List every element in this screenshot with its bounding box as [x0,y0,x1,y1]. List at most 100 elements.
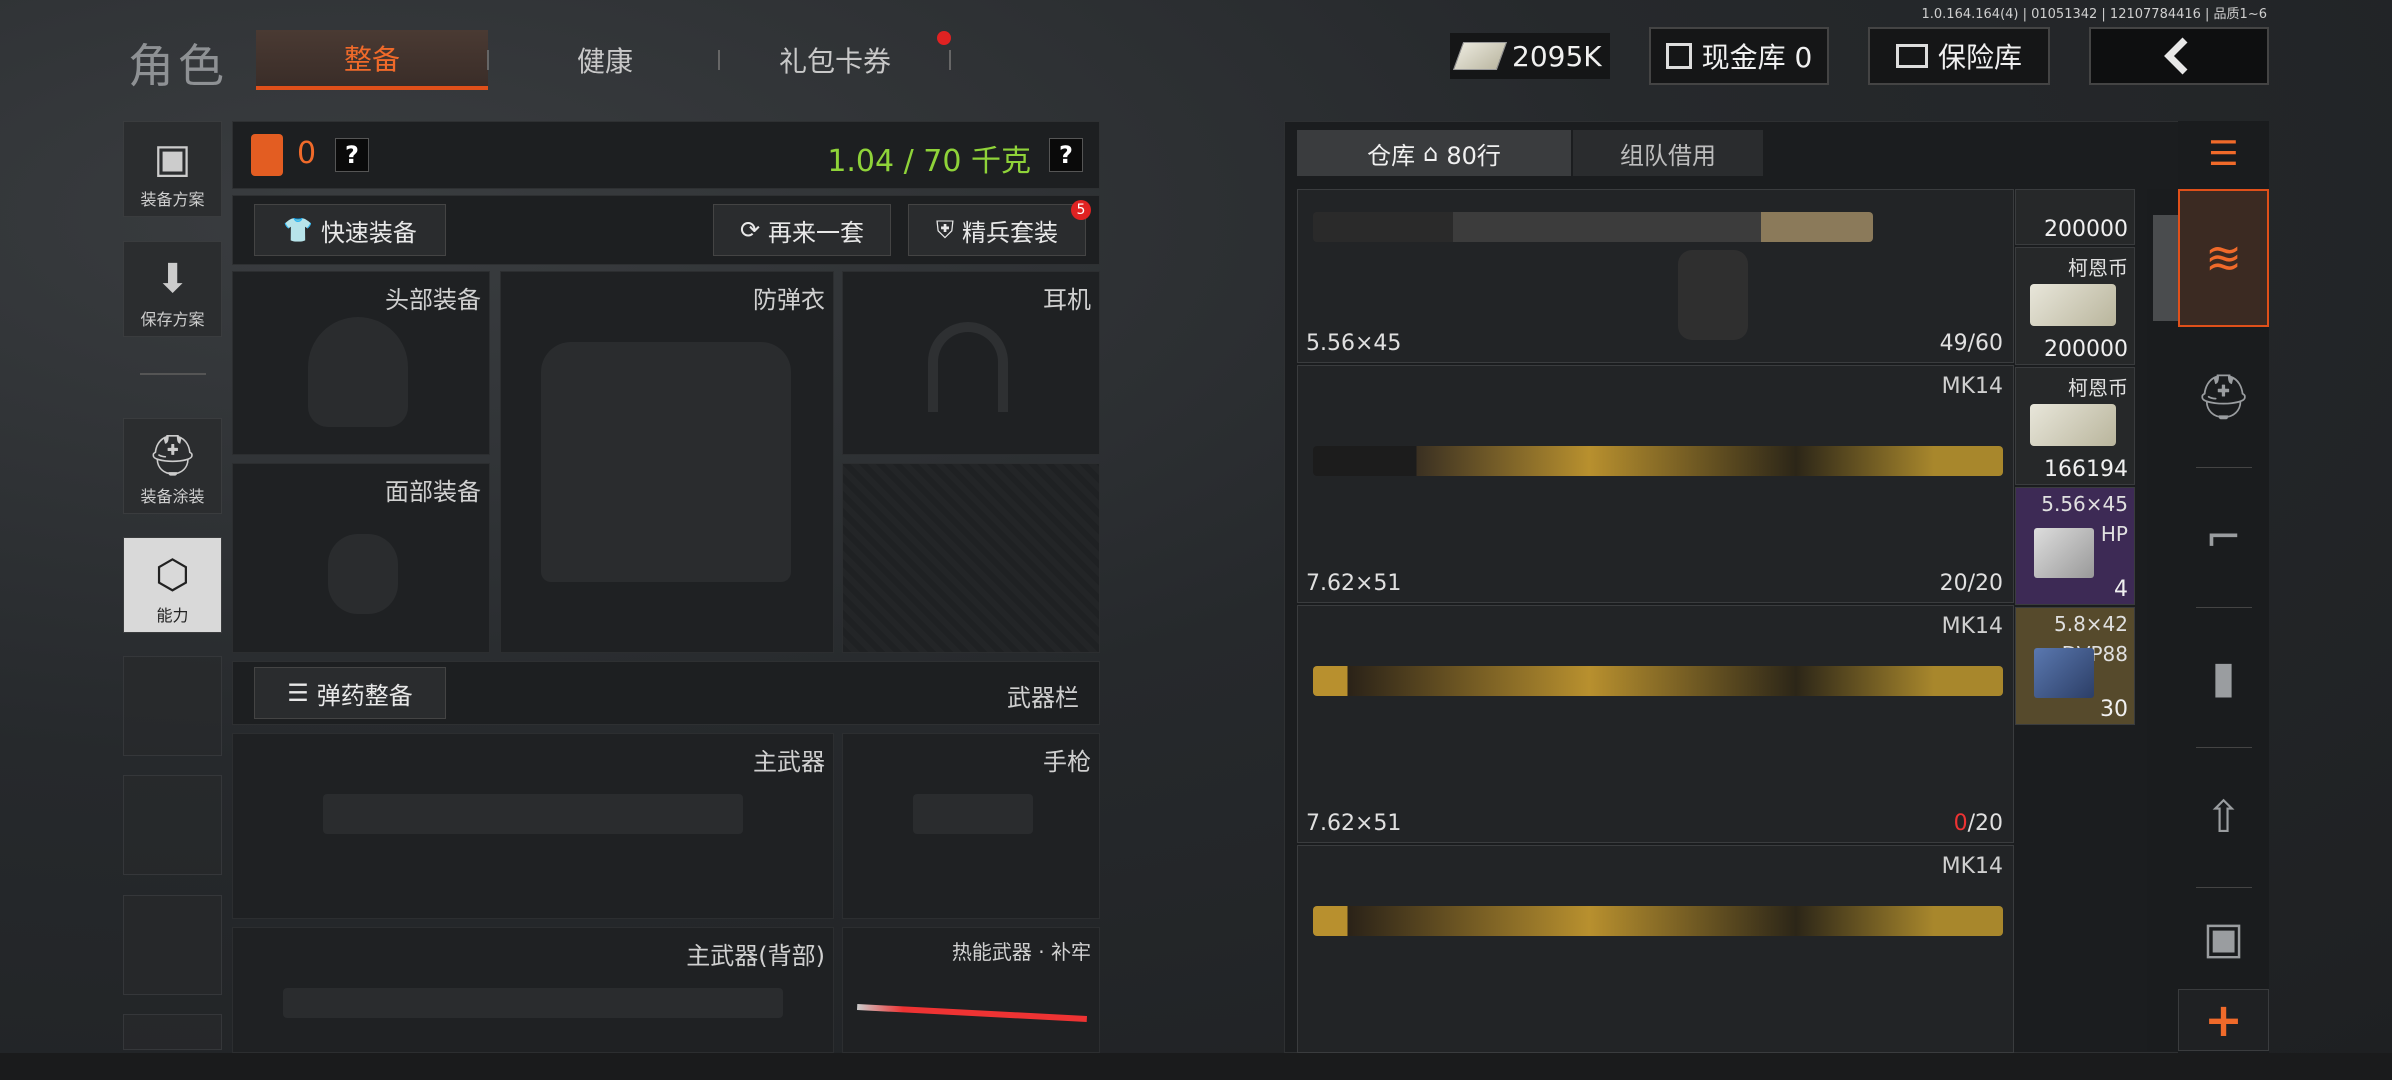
nav-empty-slot [123,656,222,756]
category-ammo[interactable]: ⇧ [2178,748,2269,886]
nav-empty-slot [123,775,222,875]
quick-equip-button[interactable]: 👕 快速装备 [254,204,446,256]
weapon-item[interactable]: MK14 [1297,845,2014,1053]
sort-icon[interactable]: ☰ [2178,121,2269,187]
cash-icon [1452,42,1508,70]
cash-icon [2030,284,2116,326]
ammo-equip-label: 弹药整备 [316,681,413,710]
headset-icon [928,322,1008,412]
scrollbar-thumb[interactable] [2153,215,2179,321]
help-icon[interactable]: ? [335,138,369,172]
ammo-box-icon [2034,528,2094,578]
back-weapon-slot[interactable]: 主武器(背部) [232,927,834,1053]
shirt-icon: 👕 [283,216,313,244]
primary-weapon-slot[interactable]: 主武器 [232,733,834,919]
caliber-label: 7.62×51 [1306,811,1402,836]
magazine-icon: ▮ [2211,651,2236,703]
cash-vault-button[interactable]: 现金库 0 [1649,27,1829,85]
category-armor[interactable]: ▣ [2178,888,2269,988]
helmet-icon: ⛑ [147,433,198,479]
currency-value: 2095K [1512,39,1602,73]
nav-equipment-skin[interactable]: ⛑ 装备涂装 [123,418,222,514]
elite-kit-label: 精兵套装 [962,218,1058,247]
item-title: 柯恩币 [2068,376,2128,400]
insurance-vault-button[interactable]: 保险库 [1868,27,2050,85]
vest-icon: ▣ [153,136,192,182]
currency-item[interactable]: 柯恩币 166194 [2015,367,2135,485]
earphone-slot-label: 耳机 [1043,286,1091,314]
rifle-icon: ⌐ [2205,511,2242,563]
weapon-name: MK14 [1941,614,2003,639]
back-button[interactable] [2089,27,2269,85]
ammo-icon: ⇧ [2205,791,2242,843]
weapon-bar-label: 武器栏 [1007,684,1079,712]
rifle-icon [283,988,783,1018]
item-title: 5.8×42 [2053,612,2128,636]
pistol-slot[interactable]: 手枪 [842,733,1100,919]
machine-gun-icon [1313,212,1873,242]
thermal-weapon-label: 热能武器 · 补牢 [951,940,1091,964]
add-category-button[interactable]: + [2178,989,2269,1051]
weapon-item[interactable]: 5.56×45 49/60 [1297,189,2014,363]
insurance-vault-label: 保险库 [1937,41,2022,74]
elite-count-badge: 5 [1071,200,1091,220]
currency-item[interactable]: 200000 [2015,189,2135,245]
marksman-rifle-icon [1313,906,2003,936]
armor-slot-label: 防弹衣 [753,286,825,314]
tab-health[interactable]: 健康 [490,30,720,90]
warehouse-tab-label: 仓库 [1367,141,1416,170]
caliber-label: 5.56×45 [1306,331,1402,356]
thermal-weapon-slot[interactable]: 热能武器 · 补牢 [842,927,1100,1053]
version-info: 1.0.164.164(4) | 01051342 | 12107784416 … [1921,7,2268,22]
another-set-label: 再来一套 [768,218,865,247]
cash-icon [2030,404,2116,446]
item-value: 166194 [2044,457,2128,482]
nav-divider [140,373,206,375]
warehouse-scrollbar[interactable] [2147,189,2181,1051]
ammo-item[interactable]: 5.56×45 HP 4 [2015,487,2135,605]
tab-warehouse[interactable]: 仓库 ⌂ 80行 [1297,130,1571,176]
face-slot[interactable]: 面部装备 [232,463,490,653]
help-icon[interactable]: ? [1049,138,1083,172]
category-helmet[interactable]: ⛑ [2178,328,2269,466]
category-rifle[interactable]: ⌐ [2178,468,2269,606]
page-title: 角色 [128,39,228,93]
head-slot-label: 头部装备 [385,286,481,314]
weapon-name: MK14 [1941,854,2003,879]
back-weapon-label: 主武器(背部) [686,942,825,970]
nav-empty-slot [123,1014,222,1050]
marksman-rifle-icon [1313,446,2003,476]
item-value: 4 [2114,577,2128,602]
elite-kit-button[interactable]: ⛨ 精兵套装 [908,204,1086,256]
head-slot[interactable]: 头部装备 [232,271,490,455]
empty-gear-slot [842,463,1100,653]
nav-loadout-plans[interactable]: ▣ 装备方案 [123,121,222,217]
earphone-slot[interactable]: 耳机 [842,271,1100,455]
armor-slot[interactable]: 防弹衣 [500,271,834,653]
loadout-header: 0 ? 1.04 / 70 千克 ? [232,121,1100,189]
currency-item[interactable]: 柯恩币 200000 [2015,247,2135,365]
ammo-count: 49/60 [1939,331,2003,356]
nav-ability[interactable]: ⬡ 能力 [123,537,222,633]
nav-label: 能力 [156,606,189,625]
item-subtitle: HP [2100,522,2128,546]
category-magazine[interactable]: ▮ [2178,608,2269,746]
nav-label: 装备涂装 [140,487,205,506]
nav-save-plan[interactable]: ⬇ 保存方案 [123,241,222,337]
helmet-icon: ⛑ [2195,372,2252,423]
category-all[interactable]: ≋ [2178,189,2269,327]
another-set-button[interactable]: ⟳ 再来一套 [713,204,891,256]
ammo-count: 20/20 [1939,571,2003,596]
ammo-item[interactable]: 5.8×42 DVP88 30 [2015,607,2135,725]
tab-gift-coupons[interactable]: 礼包卡券 [720,30,950,90]
drum-magazine-icon [1678,250,1748,340]
helmet-icon [308,317,408,427]
ammo-equip-button[interactable]: ☰ 弹药整备 [254,667,446,719]
katana-icon [857,1003,1087,1023]
ammo-list-icon: ☰ [287,679,309,707]
weapon-item[interactable]: MK14 7.62×51 0/20 [1297,605,2014,843]
tab-equip[interactable]: 整备 [256,30,488,90]
bottom-bar [0,1053,2392,1080]
weapon-item[interactable]: MK14 7.62×51 20/20 [1297,365,2014,603]
tab-team-borrow[interactable]: 组队借用 [1573,130,1763,176]
